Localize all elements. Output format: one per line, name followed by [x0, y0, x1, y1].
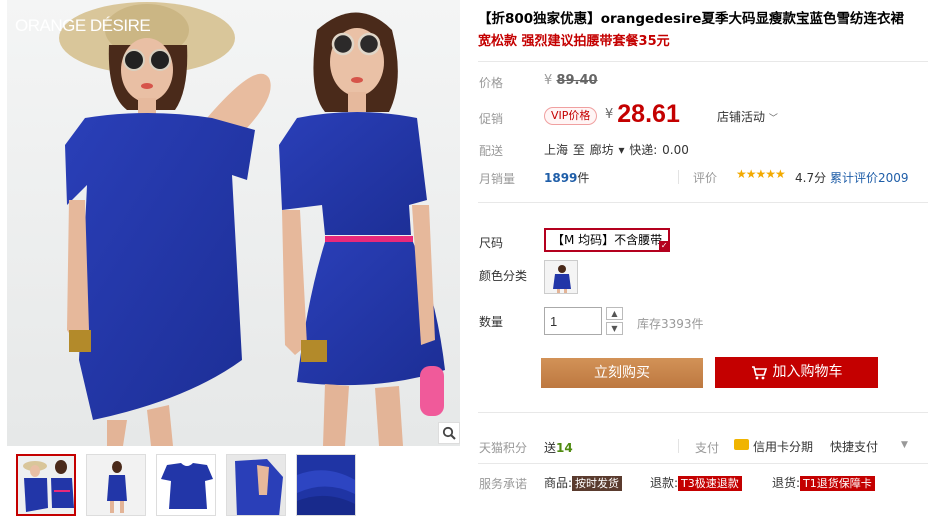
model-photo	[7, 0, 460, 446]
size-option-selected[interactable]: 【M 均码】不含腰带 ✓	[544, 228, 671, 252]
current-price: ¥28.61	[605, 100, 680, 129]
separator	[678, 439, 679, 453]
promo-label: 促销	[479, 112, 504, 126]
currency-symbol: ¥	[605, 107, 614, 122]
store-activity-label: 店铺活动	[717, 110, 766, 124]
review-label: 评价	[693, 171, 718, 185]
cumulative-reviews-link[interactable]: 累计评价2009	[830, 169, 909, 186]
thumbnail-4[interactable]	[226, 454, 286, 516]
size-label: 尺码	[479, 236, 504, 250]
main-product-image[interactable]: ORANGE DÉSIRE	[7, 0, 460, 446]
tmall-points-label: 天猫积分	[479, 441, 528, 455]
quick-pay[interactable]: 快捷支付	[830, 438, 878, 455]
divider	[478, 202, 928, 203]
shipping-label: 配送	[479, 144, 504, 158]
goods-prefix: 商品:	[544, 476, 573, 490]
monthly-sales: 1899件	[544, 169, 589, 186]
points-value: 14	[556, 441, 573, 455]
size-option-text: 【M 均码】不含腰带	[552, 233, 663, 247]
product-subtitle: 宽松款 强烈建议拍腰带套餐35元	[478, 34, 670, 49]
shopping-cart-icon	[751, 365, 767, 379]
product-gallery: ORANGE DÉSIRE	[7, 0, 460, 528]
arrow-up-icon[interactable]: ▲	[606, 307, 623, 320]
brand-watermark: ORANGE DÉSIRE	[15, 16, 151, 35]
monthly-sales-label: 月销量	[479, 172, 516, 186]
ontime-shipping-badge: 按时发货	[572, 476, 623, 491]
stock-count: 库存3393件	[637, 317, 704, 331]
product-info-panel: 【折800独家优惠】orangedesire夏季大码显瘦款宝蓝色雪纺连衣裙 宽松…	[478, 0, 930, 528]
add-to-cart-label: 加入购物车	[772, 364, 843, 380]
service-goods[interactable]: 商品: 按时发货	[544, 474, 623, 491]
rating-score: 4.7分	[795, 171, 827, 185]
thumbnail-2[interactable]	[86, 454, 146, 516]
monthly-sales-count: 1899	[544, 171, 578, 185]
expand-arrow-icon[interactable]: ▼	[901, 440, 908, 450]
thumbnail-5[interactable]	[296, 454, 356, 516]
product-title: 【折800独家优惠】orangedesire夏季大码显瘦款宝蓝色雪纺连衣裙	[478, 8, 928, 30]
credit-card-installment[interactable]: 信用卡分期	[753, 438, 813, 455]
title-promo: 【折800独家优惠】	[478, 11, 601, 27]
vip-badge: VIP价格	[544, 107, 598, 125]
divider	[478, 412, 928, 413]
price-label: 价格	[479, 76, 504, 90]
buy-now-button[interactable]: 立刻购买	[541, 358, 703, 388]
chevron-down-icon: ﹀	[768, 114, 778, 124]
quantity-input[interactable]	[544, 307, 602, 335]
arrow-down-icon[interactable]: ▼	[606, 322, 623, 335]
credit-card-icon	[734, 439, 749, 450]
original-price-value: 89.40	[556, 73, 598, 88]
add-to-cart-button[interactable]: 加入购物车	[715, 357, 878, 388]
color-swatch[interactable]	[544, 260, 578, 294]
shipping-info[interactable]: 上海 至 廊坊 ▾ 快递: 0.00	[544, 141, 689, 158]
original-price: ¥ 89.40	[544, 73, 598, 88]
return-guarantee-badge: T1退货保障卡	[800, 476, 875, 491]
service-promise-label: 服务承诺	[479, 477, 528, 491]
store-activity-dropdown[interactable]: 店铺活动 ﹀	[717, 108, 778, 125]
color-label: 颜色分类	[479, 269, 528, 283]
magnifier-icon[interactable]	[438, 422, 460, 444]
payment-label: 支付	[695, 441, 720, 455]
quantity-label: 数量	[479, 315, 504, 329]
current-price-value: 28.61	[617, 100, 680, 128]
return-prefix: 退货:	[772, 476, 801, 490]
rating-stars-icon: ★★★★★	[736, 167, 786, 181]
currency-symbol: ¥	[544, 73, 553, 88]
checkmark-icon: ✓	[659, 241, 670, 251]
divider	[478, 463, 928, 464]
fast-refund-badge: T3极速退款	[678, 476, 742, 491]
service-refund[interactable]: 退款: T3极速退款	[650, 474, 742, 491]
thumbnail-3[interactable]	[156, 454, 216, 516]
points-prefix: 送	[544, 441, 557, 455]
refund-prefix: 退款:	[650, 476, 679, 490]
monthly-sales-unit: 件	[577, 171, 590, 185]
tmall-points: 送14	[544, 439, 573, 456]
service-return[interactable]: 退货: T1退货保障卡	[772, 474, 875, 491]
thumbnail-strip	[7, 454, 460, 528]
separator	[678, 170, 679, 184]
divider	[478, 61, 928, 62]
thumbnail-1[interactable]	[16, 454, 76, 516]
title-main: orangedesire夏季大码显瘦款宝蓝色雪纺连衣裙	[600, 11, 904, 27]
